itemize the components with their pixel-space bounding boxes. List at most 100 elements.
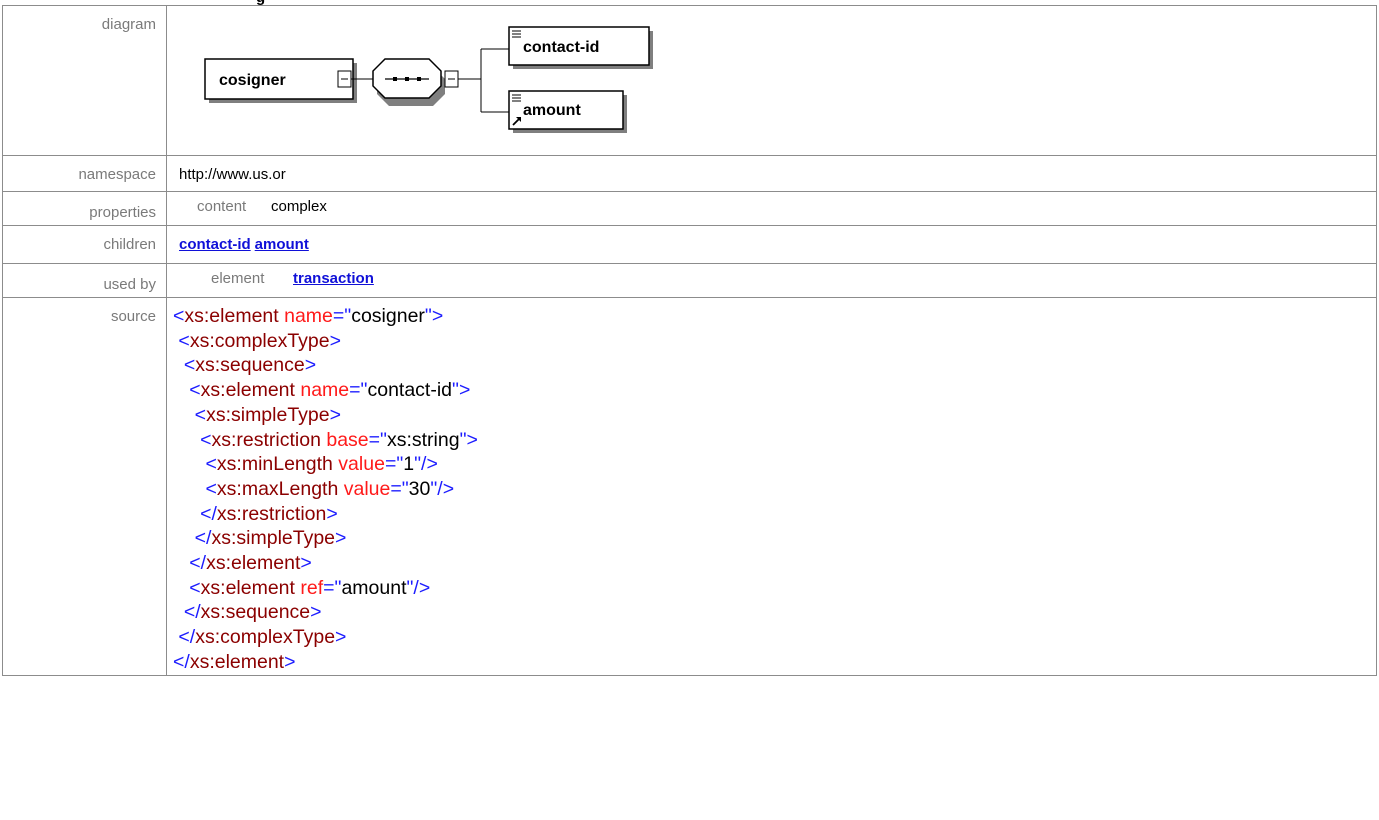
source-token: xs:simpleType bbox=[206, 403, 330, 426]
source-token: value bbox=[338, 477, 391, 500]
source-token: 1 bbox=[403, 453, 415, 476]
source-token: base bbox=[320, 428, 369, 451]
source-token: "/> bbox=[430, 477, 455, 500]
source-token: > bbox=[335, 626, 347, 649]
source-line: <xs:element ref="amount"/> bbox=[173, 576, 1376, 601]
source-token: =" bbox=[323, 576, 342, 599]
source-token: contact-id bbox=[367, 379, 453, 402]
source-token bbox=[173, 453, 206, 475]
source-line: <xs:complexType> bbox=[173, 329, 1376, 354]
source-token: < bbox=[189, 379, 201, 402]
row-source: source <xs:element name="cosigner"> <xs:… bbox=[2, 297, 1377, 676]
source-line: <xs:minLength value="1"/> bbox=[173, 452, 1376, 477]
source-token: cosigner bbox=[351, 305, 425, 327]
property-key-content: content bbox=[197, 198, 247, 215]
source-token: "> bbox=[424, 305, 444, 327]
source-cell: <xs:element name="cosigner"> <xs:complex… bbox=[166, 297, 1377, 676]
source-token: </ bbox=[189, 552, 207, 575]
source-line: </xs:sequence> bbox=[173, 600, 1376, 625]
source-token: > bbox=[310, 601, 322, 624]
child-link-contact-id[interactable]: contact-id bbox=[179, 236, 251, 253]
source-token bbox=[173, 429, 200, 451]
source-line: </xs:restriction> bbox=[173, 502, 1376, 527]
source-token: xs:element bbox=[184, 305, 279, 327]
source-token: xs:complexType bbox=[195, 626, 336, 649]
schema-diagram: cosigner contact-id amount bbox=[204, 26, 653, 133]
source-token: < bbox=[173, 305, 185, 327]
source-line: <xs:maxLength value="30"/> bbox=[173, 477, 1376, 502]
source-line: </xs:element> bbox=[173, 551, 1376, 576]
label-source: source bbox=[2, 297, 167, 676]
label-used-by: used by bbox=[2, 263, 167, 298]
source-line: <xs:element name="cosigner"> bbox=[173, 304, 1376, 329]
source-token: amount bbox=[341, 576, 407, 599]
source-token: "> bbox=[459, 428, 478, 451]
label-children: children bbox=[2, 225, 167, 264]
row-diagram: diagram cosigner contact-id amount bbox=[2, 5, 1377, 156]
source-token: xs:simpleType bbox=[211, 527, 336, 550]
source-token: xs:complexType bbox=[189, 329, 330, 352]
source-line: </xs:complexType> bbox=[173, 625, 1376, 650]
source-token: "> bbox=[452, 379, 471, 402]
element-doc-table: diagram cosigner contact-id amount names… bbox=[2, 5, 1377, 676]
source-token: name bbox=[278, 305, 333, 327]
source-token: xs:string bbox=[386, 428, 460, 451]
source-token: > bbox=[326, 502, 338, 525]
source-token bbox=[173, 503, 200, 525]
source-line: <xs:restriction base="xs:string"> bbox=[173, 428, 1376, 453]
source-line: <xs:simpleType> bbox=[173, 403, 1376, 428]
source-token: < bbox=[178, 329, 190, 352]
source-token: xs:minLength bbox=[216, 453, 333, 476]
source-token: =" bbox=[368, 428, 387, 451]
source-token bbox=[173, 404, 195, 426]
source-token: value bbox=[332, 453, 385, 476]
row-used-by: used by element transaction bbox=[2, 263, 1377, 298]
source-token: </ bbox=[183, 601, 201, 624]
source-token bbox=[173, 577, 189, 599]
source-token bbox=[173, 379, 189, 401]
child-amount-label: amount bbox=[523, 102, 581, 119]
source-line: <xs:element name="contact-id"> bbox=[173, 378, 1376, 403]
source-token: < bbox=[189, 576, 201, 599]
source-token: < bbox=[183, 354, 196, 377]
label-diagram: diagram bbox=[2, 5, 167, 156]
row-namespace: namespace http://www.us.or bbox=[2, 155, 1377, 192]
source-token: </ bbox=[200, 502, 217, 525]
source-token: xs:restriction bbox=[211, 428, 321, 451]
source-token: name bbox=[294, 379, 350, 402]
child-link-amount[interactable]: amount bbox=[255, 236, 309, 253]
diagram-cell: cosigner contact-id amount bbox=[166, 5, 1377, 156]
source-token: xs:restriction bbox=[216, 502, 327, 525]
row-children: children contact-id amount bbox=[2, 225, 1377, 264]
properties-cell: content complex bbox=[166, 191, 1377, 226]
source-token: > bbox=[335, 527, 347, 550]
source-token: < bbox=[205, 477, 217, 500]
used-by-link-transaction[interactable]: transaction bbox=[293, 270, 374, 287]
source-token bbox=[173, 552, 189, 574]
source-token: </ bbox=[178, 626, 196, 649]
source-token: < bbox=[205, 453, 217, 476]
property-value-content: complex bbox=[271, 198, 327, 215]
source-token: > bbox=[329, 329, 342, 352]
source-token: "/> bbox=[414, 453, 438, 476]
source-token bbox=[173, 527, 195, 549]
source-token: > bbox=[300, 552, 312, 575]
source-token: xs:element bbox=[189, 650, 285, 673]
source-token: "/> bbox=[406, 576, 431, 599]
used-by-key-element: element bbox=[211, 270, 265, 287]
row-properties: properties content complex bbox=[2, 191, 1377, 226]
child-contact-id-label: contact-id bbox=[523, 39, 599, 56]
label-namespace: namespace bbox=[2, 155, 167, 192]
source-token bbox=[173, 354, 184, 376]
source-token: =" bbox=[349, 379, 368, 402]
source-line: </xs:element> bbox=[173, 650, 1376, 675]
used-by-cell: element transaction bbox=[166, 263, 1377, 298]
source-token: xs:element bbox=[206, 552, 301, 575]
source-token: xs:sequence bbox=[200, 601, 311, 624]
source-code-block: <xs:element name="cosigner"> <xs:complex… bbox=[173, 304, 1376, 675]
source-token: =" bbox=[390, 477, 409, 500]
source-token: </ bbox=[194, 527, 212, 550]
source-token: > bbox=[304, 354, 317, 377]
children-cell: contact-id amount bbox=[166, 225, 1377, 264]
source-line: </xs:simpleType> bbox=[173, 526, 1376, 551]
